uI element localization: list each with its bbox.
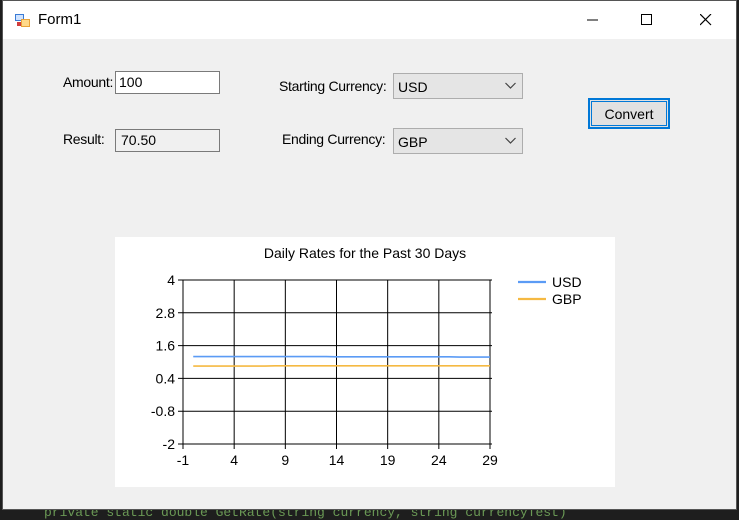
chevron-down-icon	[505, 82, 516, 89]
rates-chart: Daily Rates for the Past 30 Days -1 4 9 14 1…	[115, 237, 615, 487]
rates-chart-svg: Daily Rates for the Past 30 Days -1 4 9 14 1…	[151, 245, 582, 468]
window-title: Form1	[38, 11, 82, 28]
y-tick-label: 2.8	[156, 305, 176, 321]
ending-currency-select[interactable]: GBP	[393, 128, 523, 154]
form-window: Form1 Amount: 100 Result: 70.50 Starting…	[2, 0, 737, 510]
chart-title: Daily Rates for the Past 30 Days	[264, 245, 466, 261]
amount-label: Amount:	[63, 74, 114, 90]
x-tick-label: 14	[329, 452, 345, 468]
x-tick-label: 9	[281, 452, 289, 468]
x-tick-label: 4	[230, 452, 238, 468]
maximize-icon	[641, 14, 652, 25]
x-tick-label: -1	[177, 452, 190, 468]
legend-label: USD	[552, 274, 582, 290]
x-tick-label: 24	[431, 452, 447, 468]
convert-button[interactable]: Convert	[588, 98, 670, 129]
x-tick-label: 19	[380, 452, 396, 468]
close-button[interactable]	[683, 1, 729, 39]
app-icon	[15, 14, 30, 27]
starting-currency-select[interactable]: USD	[393, 73, 523, 99]
minimize-icon	[587, 19, 598, 21]
ending-currency-label: Ending Currency:	[282, 131, 386, 147]
y-tick-label: 4	[167, 272, 175, 288]
minimize-button[interactable]	[570, 1, 616, 39]
starting-currency-label: Starting Currency:	[279, 78, 387, 94]
maximize-button[interactable]	[624, 1, 670, 39]
chevron-down-icon	[505, 137, 516, 144]
amount-input[interactable]: 100	[115, 71, 220, 94]
starting-currency-value: USD	[398, 79, 428, 95]
series-line-usd	[193, 355, 490, 358]
y-tick-label: -2	[163, 436, 176, 452]
y-tick-label: 0.4	[156, 370, 176, 386]
legend-label: GBP	[552, 291, 582, 307]
y-tick-label: -0.8	[151, 403, 175, 419]
ending-currency-value: GBP	[398, 134, 428, 150]
x-tick-label: 29	[482, 452, 498, 468]
result-field[interactable]: 70.50	[115, 129, 220, 152]
y-tick-label: 1.6	[156, 338, 176, 354]
result-label: Result:	[63, 131, 105, 147]
title-bar[interactable]: Form1	[3, 1, 736, 39]
close-icon	[700, 14, 712, 26]
convert-button-label: Convert	[604, 105, 654, 122]
